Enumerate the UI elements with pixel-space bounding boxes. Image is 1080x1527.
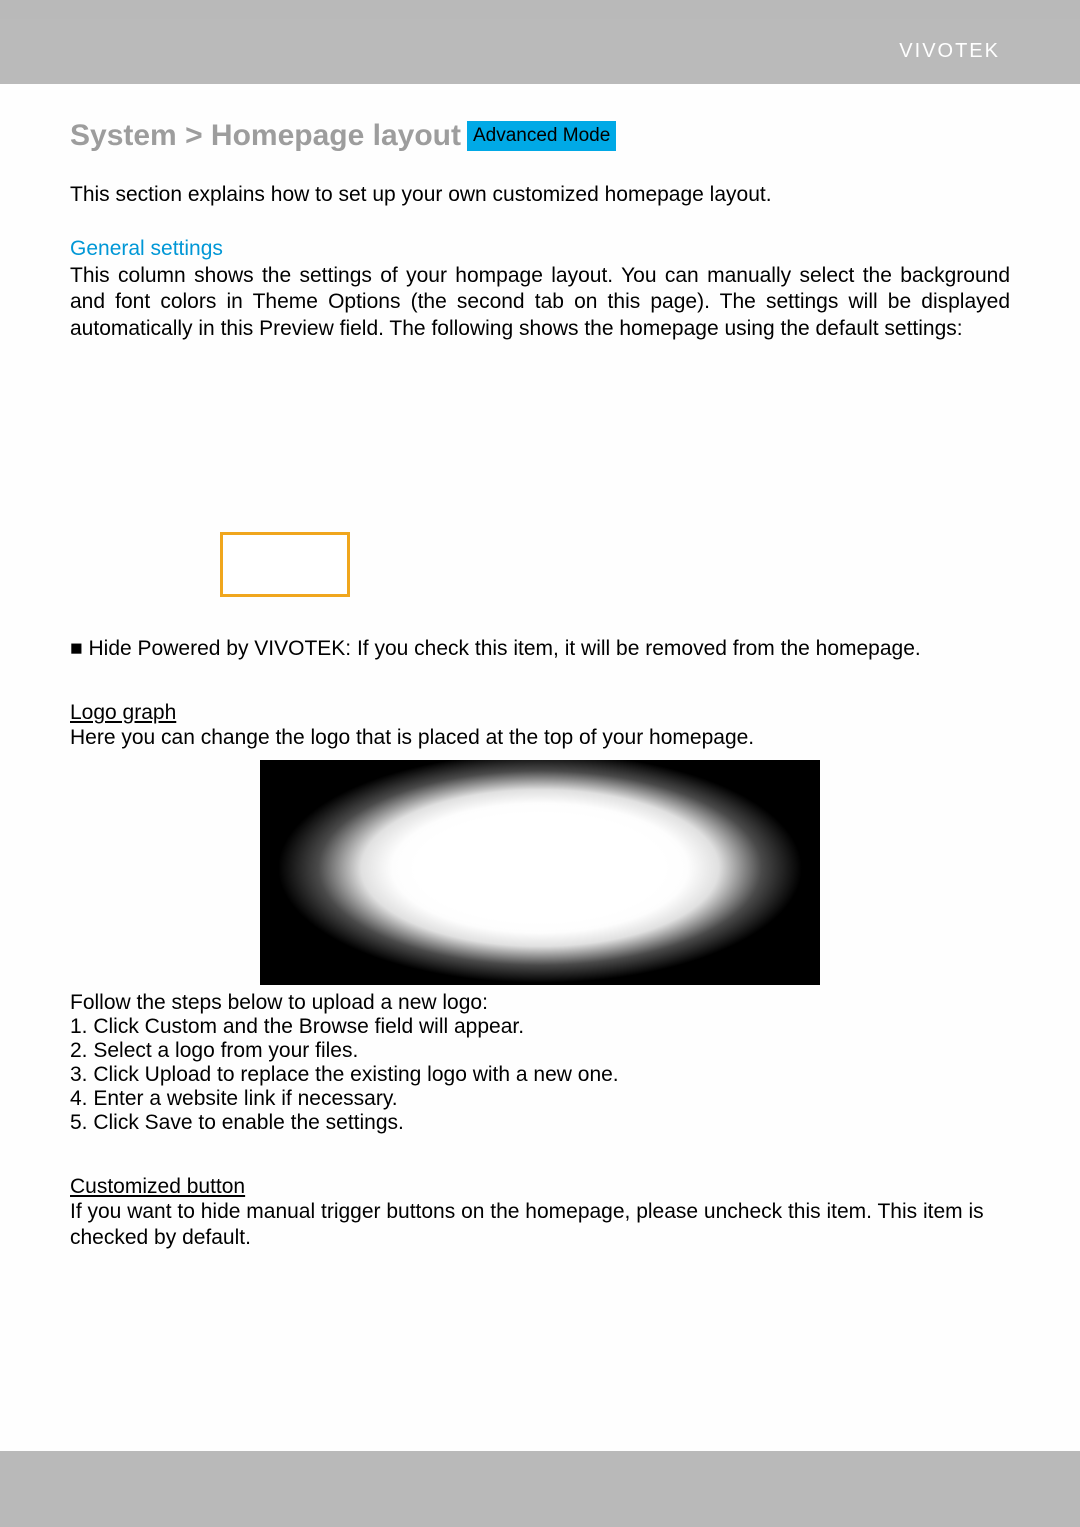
breadcrumb-title: System > Homepage layout <box>70 119 461 153</box>
general-settings-heading: General settings <box>70 237 1010 261</box>
customized-button-desc: If you want to hide manual trigger butto… <box>70 1199 1010 1252</box>
page-title-row: System > Homepage layout Advanced Mode <box>70 119 1010 153</box>
logo-graph-desc: Here you can change the logo that is pla… <box>70 726 1010 750</box>
preview-placeholder-wrap <box>70 532 1010 597</box>
logo-steps: Follow the steps below to upload a new l… <box>70 991 1010 1135</box>
customized-button-heading: Customized button <box>70 1175 1010 1199</box>
general-settings-desc: This column shows the settings of your h… <box>70 263 1010 342</box>
hide-powered-note: ■ Hide Powered by VIVOTEK: If you check … <box>70 637 1010 661</box>
logo-screenshot-placeholder <box>260 760 820 985</box>
steps-intro: Follow the steps below to upload a new l… <box>70 991 1010 1015</box>
step-2: 2. Select a logo from your files. <box>70 1039 1010 1063</box>
step-5: 5. Click Save to enable the settings. <box>70 1111 1010 1135</box>
intro-text: This section explains how to set up your… <box>70 183 1010 207</box>
preview-highlight-box <box>220 532 350 597</box>
step-1: 1. Click Custom and the Browse field wil… <box>70 1015 1010 1039</box>
general-settings-section: General settings This column shows the s… <box>70 237 1010 342</box>
brand-label: VIVOTEK <box>899 40 1000 63</box>
step-4: 4. Enter a website link if necessary. <box>70 1087 1010 1111</box>
logo-graph-heading: Logo graph <box>70 701 1010 725</box>
content-area: System > Homepage layout Advanced Mode T… <box>0 89 1080 1251</box>
document-page: VIVOTEK System > Homepage layout Advance… <box>0 19 1080 1451</box>
logo-graph-section: Logo graph Here you can change the logo … <box>70 701 1010 1135</box>
step-3: 3. Click Upload to replace the existing … <box>70 1063 1010 1087</box>
mode-badge: Advanced Mode <box>467 121 616 151</box>
customized-button-section: Customized button If you want to hide ma… <box>70 1175 1010 1252</box>
top-banner: VIVOTEK <box>0 19 1080 89</box>
